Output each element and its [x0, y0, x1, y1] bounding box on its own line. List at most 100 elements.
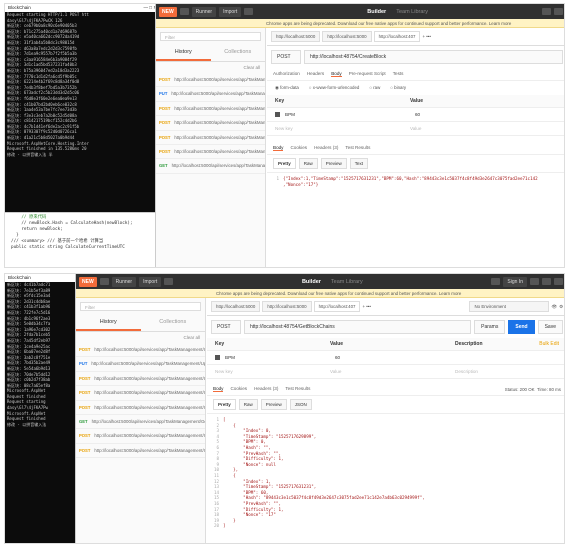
new-desc-input[interactable]: Description	[455, 369, 478, 374]
new-window-icon[interactable]	[179, 8, 189, 15]
method-select[interactable]: POST	[211, 320, 241, 334]
checkbox-icon[interactable]	[215, 355, 220, 360]
tab[interactable]: Cookies	[290, 145, 307, 151]
sync-icon[interactable]	[491, 278, 501, 285]
tab[interactable]: Raw	[238, 399, 258, 410]
tab-history[interactable]: History	[156, 45, 211, 61]
filter-input[interactable]: Filter	[80, 302, 201, 311]
history-item[interactable]: POST http://localhost:5000/api/services/a…	[76, 401, 205, 416]
tab[interactable]: Preview	[320, 158, 347, 169]
history-item[interactable]: PUT http://localhost:5000/api/services/ap…	[76, 357, 205, 372]
import-button[interactable]: Import	[219, 6, 242, 17]
notifications-icon[interactable]	[542, 278, 551, 285]
history-item[interactable]: POST http://localhost:5000/api/services/a…	[156, 73, 265, 88]
history-item[interactable]: GET http://localhost:5000/api/services/ap…	[156, 159, 265, 174]
request-tab[interactable]: http://localhost:5000	[271, 31, 321, 42]
settings-icon[interactable]	[554, 8, 563, 15]
history-item[interactable]: POST http://localhost:5000/api/services/a…	[76, 386, 205, 401]
save-button[interactable]: Save	[537, 320, 563, 334]
request-tab[interactable]: http://localhost:5000	[322, 31, 372, 42]
settings-icon[interactable]	[530, 278, 539, 285]
new-key-input[interactable]: New key	[275, 126, 410, 131]
tab[interactable]: Preview	[260, 399, 287, 410]
clear-all-link[interactable]: Clear all	[76, 332, 205, 343]
param-row-new[interactable]: New key Value	[267, 122, 564, 136]
tab[interactable]: Tests	[393, 71, 404, 77]
tab[interactable]: Pretty	[213, 399, 236, 410]
request-tab[interactable]: http://localhost:5000	[211, 301, 261, 312]
team-library-tab[interactable]: Team Library	[396, 9, 428, 15]
runner-button[interactable]: Runner	[111, 276, 137, 287]
runner-button[interactable]: Runner	[191, 6, 217, 17]
heart-icon[interactable]	[554, 278, 563, 285]
url-input[interactable]: http://localhost:48754/GetBlockChains	[244, 320, 472, 334]
environment-select[interactable]: No Environment	[469, 301, 550, 312]
new-window-icon[interactable]	[99, 278, 109, 285]
history-item[interactable]: POST http://localhost:5000/api/services/a…	[156, 102, 265, 117]
history-item[interactable]: GET http://localhost:5000/api/services/ap…	[76, 415, 205, 430]
add-tab-icon[interactable]: + •••	[422, 34, 430, 39]
checkbox-icon[interactable]	[275, 112, 280, 117]
method-select[interactable]: POST	[271, 50, 301, 64]
param-row-new[interactable]: New key Value Description	[207, 365, 564, 379]
tab[interactable]: Pretty	[273, 158, 296, 169]
tab[interactable]: Body	[213, 386, 224, 392]
param-value[interactable]: 60	[415, 112, 420, 117]
tab[interactable]: Pre-request Script	[349, 71, 386, 77]
param-row[interactable]: BPM 60	[267, 108, 564, 122]
history-item[interactable]: POST http://localhost:5000/api/services/a…	[156, 145, 265, 160]
new-button[interactable]: NEW	[159, 6, 177, 17]
request-tab[interactable]: http://localhost:5000	[262, 301, 312, 312]
history-item[interactable]: PUT http://localhost:5000/api/services/ap…	[156, 87, 265, 102]
tab[interactable]: Body	[331, 71, 342, 77]
param-row[interactable]: BPM 60	[207, 351, 564, 365]
sync-icon[interactable]	[542, 8, 551, 15]
send-button[interactable]: Send	[508, 320, 535, 334]
tab[interactable]: Headers (3)	[254, 386, 278, 392]
param-key[interactable]: BPM	[225, 355, 335, 360]
builder-tab[interactable]: Builder	[367, 9, 386, 15]
tab[interactable]: Cookies	[230, 386, 247, 392]
body-mode-radio[interactable]: ◉ form-data	[275, 85, 299, 91]
filter-input[interactable]: Filter	[160, 32, 261, 41]
history-item[interactable]: POST http://localhost:5000/api/services/a…	[156, 116, 265, 131]
tab[interactable]: Body	[273, 145, 284, 151]
body-mode-radio[interactable]: ○ x-www-form-urlencoded	[309, 85, 359, 91]
sign-in-button[interactable]: Sign In	[503, 276, 527, 287]
tab-history[interactable]: History	[76, 315, 141, 331]
tab-collections[interactable]: Collections	[141, 315, 206, 331]
eye-icon[interactable]: 👁	[551, 304, 557, 310]
clear-all-link[interactable]: Clear all	[156, 62, 265, 73]
add-tab-icon[interactable]: + •••	[362, 304, 370, 309]
request-tab-active[interactable]: http://localhost:407	[313, 301, 361, 312]
tab[interactable]: Text	[349, 158, 369, 169]
history-item[interactable]: POST http://localhost:5000/api/services/a…	[156, 131, 265, 146]
open-tab-icon[interactable]	[244, 8, 254, 15]
bulk-edit-link[interactable]: Bulk Edit	[539, 341, 559, 347]
history-item[interactable]: POST http://localhost:5000/api/services/a…	[76, 343, 205, 358]
request-tab-active[interactable]: http://localhost:407	[373, 31, 421, 42]
new-value-input[interactable]: Value	[330, 369, 455, 374]
history-item[interactable]: POST http://localhost:5000/api/services/a…	[76, 429, 205, 444]
new-key-input[interactable]: New key	[215, 369, 330, 374]
builder-tab[interactable]: Builder	[302, 279, 321, 285]
history-item[interactable]: POST http://localhost:5000/api/services/a…	[76, 444, 205, 459]
tab[interactable]: Headers (3)	[314, 145, 338, 151]
tab[interactable]: Headers	[307, 71, 324, 77]
tab[interactable]: Test Results	[345, 145, 370, 151]
new-button[interactable]: NEW	[79, 276, 97, 287]
tab[interactable]: Raw	[298, 158, 318, 169]
tab[interactable]: Test Results	[285, 386, 310, 392]
body-mode-radio[interactable]: ○ raw	[369, 85, 380, 91]
import-button[interactable]: Import	[139, 276, 162, 287]
url-input[interactable]: http://localhost:48754/CreateBlock	[304, 50, 563, 64]
param-key[interactable]: BPM	[285, 112, 415, 117]
tab[interactable]: Authorization	[273, 71, 300, 77]
history-item[interactable]: POST http://localhost:5000/api/services/a…	[76, 372, 205, 387]
tab-collections[interactable]: Collections	[211, 45, 266, 61]
tab[interactable]: JSON	[289, 399, 312, 410]
team-library-tab[interactable]: Team Library	[331, 279, 363, 285]
body-mode-radio[interactable]: ○ binary	[390, 85, 406, 91]
new-value-input[interactable]: Value	[410, 126, 421, 131]
gear-icon[interactable]: ⚙	[559, 304, 563, 310]
